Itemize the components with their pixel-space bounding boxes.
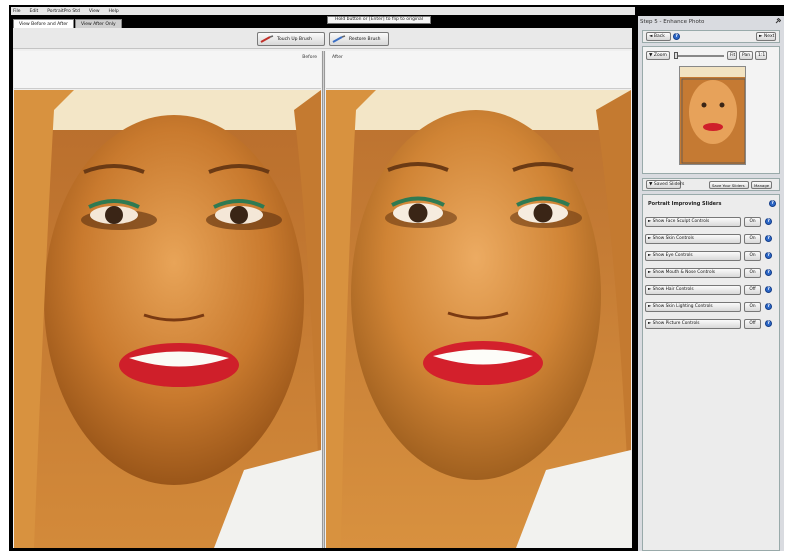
menu-portraitpro[interactable]: PortraitPro Std (47, 9, 80, 14)
zoom-slider-handle[interactable] (674, 52, 678, 59)
after-photo[interactable] (326, 90, 631, 548)
show-mouth-nose-button[interactable]: ► Show Mouth & Nose Controls (645, 268, 741, 278)
saved-sliders-section: ▼ Saved Sliders Save Your Sliders Manage (642, 178, 780, 191)
mouth-nose-toggle[interactable]: On (744, 268, 761, 278)
help-icon[interactable]: ? (765, 303, 772, 310)
portrait-sliders-section: Portrait Improving Sliders ? ► Show Face… (642, 194, 780, 551)
zoom-toggle-button[interactable]: ▼ Zoom (646, 51, 670, 60)
sliders-title: Portrait Improving Sliders (648, 201, 722, 207)
next-button[interactable]: ► Next (756, 32, 776, 41)
help-icon[interactable]: ? (765, 286, 772, 293)
before-label: Before (14, 51, 321, 89)
slider-group-skin-lighting: ► Show Skin Lighting Controls On ? (645, 302, 777, 313)
back-button[interactable]: ◄ Back (646, 32, 671, 41)
show-skin-button[interactable]: ► Show Skin Controls (645, 234, 741, 244)
tab-after-only[interactable]: View After Only (74, 19, 122, 28)
slider-group-face-sculpt: ► Show Face Sculpt Controls On ? (645, 217, 777, 228)
slider-group-mouth-nose: ► Show Mouth & Nose Controls On ? (645, 268, 777, 279)
menu-view[interactable]: View (89, 9, 100, 14)
step-title: Step 5 - Enhance Photo (640, 19, 705, 25)
show-face-sculpt-button[interactable]: ► Show Face Sculpt Controls (645, 217, 741, 227)
menu-edit[interactable]: Edit (30, 9, 39, 14)
restore-brush-label: Restore Brush (349, 36, 381, 42)
touch-up-brush-label: Touch Up Brush (277, 36, 312, 42)
face-sculpt-toggle[interactable]: On (744, 217, 761, 227)
help-icon[interactable]: ? (769, 200, 776, 207)
skin-toggle[interactable]: On (744, 234, 761, 244)
slider-group-eye: ► Show Eye Controls On ? (645, 251, 777, 262)
split-divider[interactable] (322, 51, 325, 548)
view-tabs: View Before and After View After Only (13, 19, 123, 28)
saved-sliders-toggle[interactable]: ▼ Saved Sliders (646, 180, 684, 189)
zoom-fit-button[interactable]: Fit (727, 51, 737, 60)
manage-button[interactable]: Manage (751, 181, 772, 189)
help-icon[interactable]: ? (673, 33, 680, 40)
picture-toggle[interactable]: Off (744, 319, 761, 329)
flip-hint: Hold button or [Enter] to flip to origin… (327, 16, 431, 24)
menu-help[interactable]: Help (109, 9, 119, 14)
tab-before-after[interactable]: View Before and After (13, 19, 74, 28)
touch-up-brush-icon (260, 35, 274, 43)
help-icon[interactable]: ? (765, 252, 772, 259)
zoom-pan-button[interactable]: Pan (739, 51, 753, 60)
brush-toolbar: Touch Up Brush Restore Brush (13, 28, 632, 49)
eye-toggle[interactable]: On (744, 251, 761, 261)
slider-group-picture: ► Show Picture Controls Off ? (645, 319, 777, 330)
restore-brush-button[interactable]: Restore Brush (329, 32, 389, 46)
restore-brush-icon (332, 35, 346, 43)
after-label: After (326, 51, 631, 89)
step-navigation: ◄ Back ? ► Next (642, 30, 780, 43)
menu-bar: File Edit PortraitPro Std View Help (11, 7, 635, 15)
hair-toggle[interactable]: Off (744, 285, 761, 295)
menu-file[interactable]: File (13, 9, 21, 14)
skin-lighting-toggle[interactable]: On (744, 302, 761, 312)
show-skin-lighting-button[interactable]: ► Show Skin Lighting Controls (645, 302, 741, 312)
help-icon[interactable]: ? (765, 320, 772, 327)
help-icon[interactable]: ? (765, 218, 772, 225)
save-your-sliders-button[interactable]: Save Your Sliders (709, 181, 749, 189)
help-icon[interactable]: ? (765, 235, 772, 242)
zoom-section: ▼ Zoom Fit Pan 1:1 (642, 46, 780, 174)
help-icon[interactable]: ? (765, 269, 772, 276)
zoom-actual-size-button[interactable]: 1:1 (755, 51, 767, 60)
pin-icon[interactable] (775, 18, 781, 24)
before-photo[interactable] (14, 90, 321, 548)
navigator-thumbnail[interactable] (679, 66, 746, 165)
zoom-slider-track[interactable] (674, 55, 724, 57)
enhance-panel: Step 5 - Enhance Photo ◄ Back ? ► Next ▼… (638, 16, 784, 551)
show-picture-button[interactable]: ► Show Picture Controls (645, 319, 741, 329)
show-eye-button[interactable]: ► Show Eye Controls (645, 251, 741, 261)
touch-up-brush-button[interactable]: Touch Up Brush (257, 32, 325, 46)
work-area: Touch Up Brush Restore Brush Before Afte… (13, 28, 632, 548)
slider-group-skin: ► Show Skin Controls On ? (645, 234, 777, 245)
show-hair-button[interactable]: ► Show Hair Controls (645, 285, 741, 295)
slider-group-hair: ► Show Hair Controls Off ? (645, 285, 777, 296)
